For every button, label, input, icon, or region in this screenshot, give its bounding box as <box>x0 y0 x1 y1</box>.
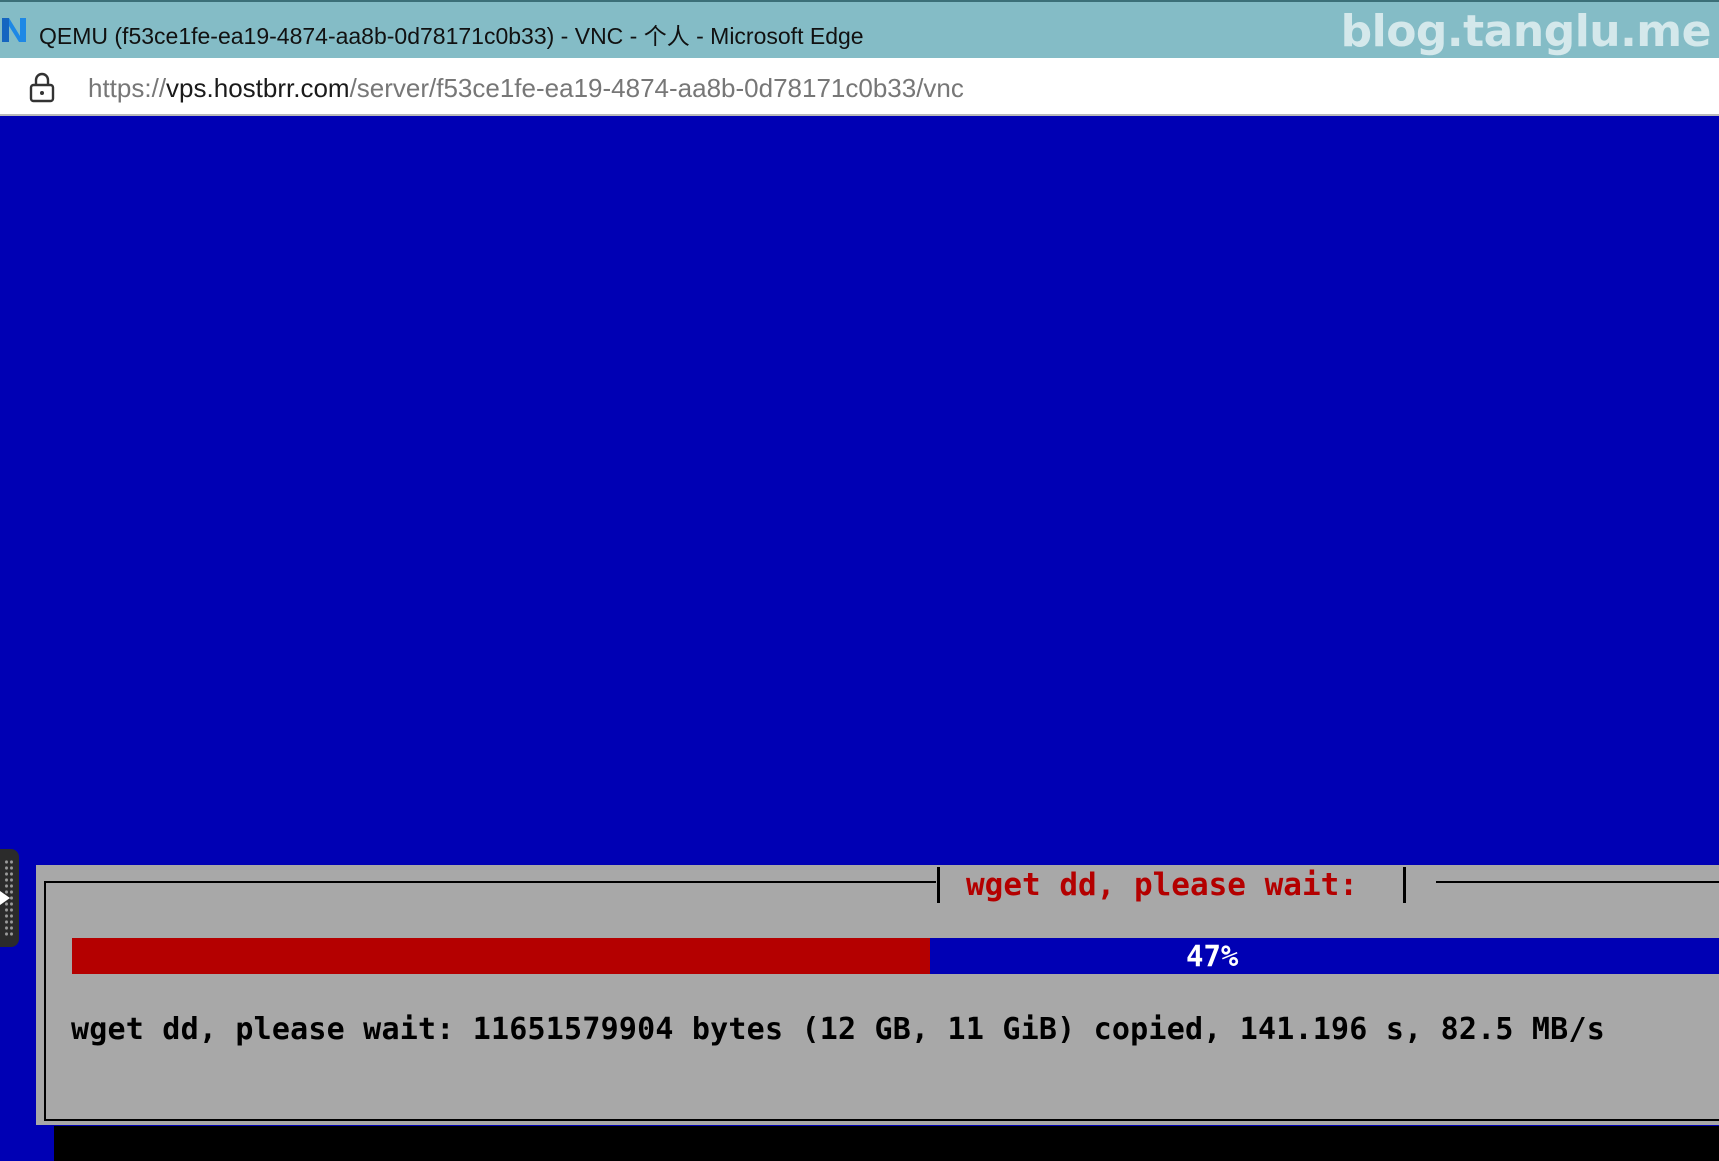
dialog-frame <box>44 881 1719 1121</box>
address-bar[interactable]: https://vps.hostbrr.com/server/f53ce1fe-… <box>0 58 1719 116</box>
progress-bar-fill <box>72 938 930 974</box>
url-path: /server/f53ce1fe-ea19-4874-aa8b-0d78171c… <box>349 73 964 103</box>
progress-bar: 47% <box>72 938 1719 974</box>
vnc-bottom-strip <box>54 1126 1719 1161</box>
url-host: vps.hostbrr.com <box>166 73 350 103</box>
url-text[interactable]: https://vps.hostbrr.com/server/f53ce1fe-… <box>88 73 964 104</box>
browser-title-bar: QEMU (f53ce1fe-ea19-4874-aa8b-0d78171c0b… <box>0 0 1719 58</box>
lock-icon[interactable] <box>28 71 56 103</box>
dialog-title-right-bracket <box>1403 867 1406 903</box>
progress-dialog: wget dd, please wait: 47% wget dd, pleas… <box>36 865 1719 1125</box>
watermark-text: blog.tanglu.me <box>1340 6 1712 57</box>
progress-percent-label: 47% <box>1186 939 1239 973</box>
edge-app-icon <box>2 18 26 42</box>
window-title: QEMU (f53ce1fe-ea19-4874-aa8b-0d78171c0b… <box>39 23 864 49</box>
dialog-title-left-bracket <box>937 867 940 903</box>
url-scheme: https:// <box>88 73 167 103</box>
dialog-title: wget dd, please wait: <box>966 867 1358 903</box>
status-line: wget dd, please wait: 11651579904 bytes … <box>71 1012 1605 1047</box>
expand-arrow-icon[interactable] <box>0 891 10 905</box>
